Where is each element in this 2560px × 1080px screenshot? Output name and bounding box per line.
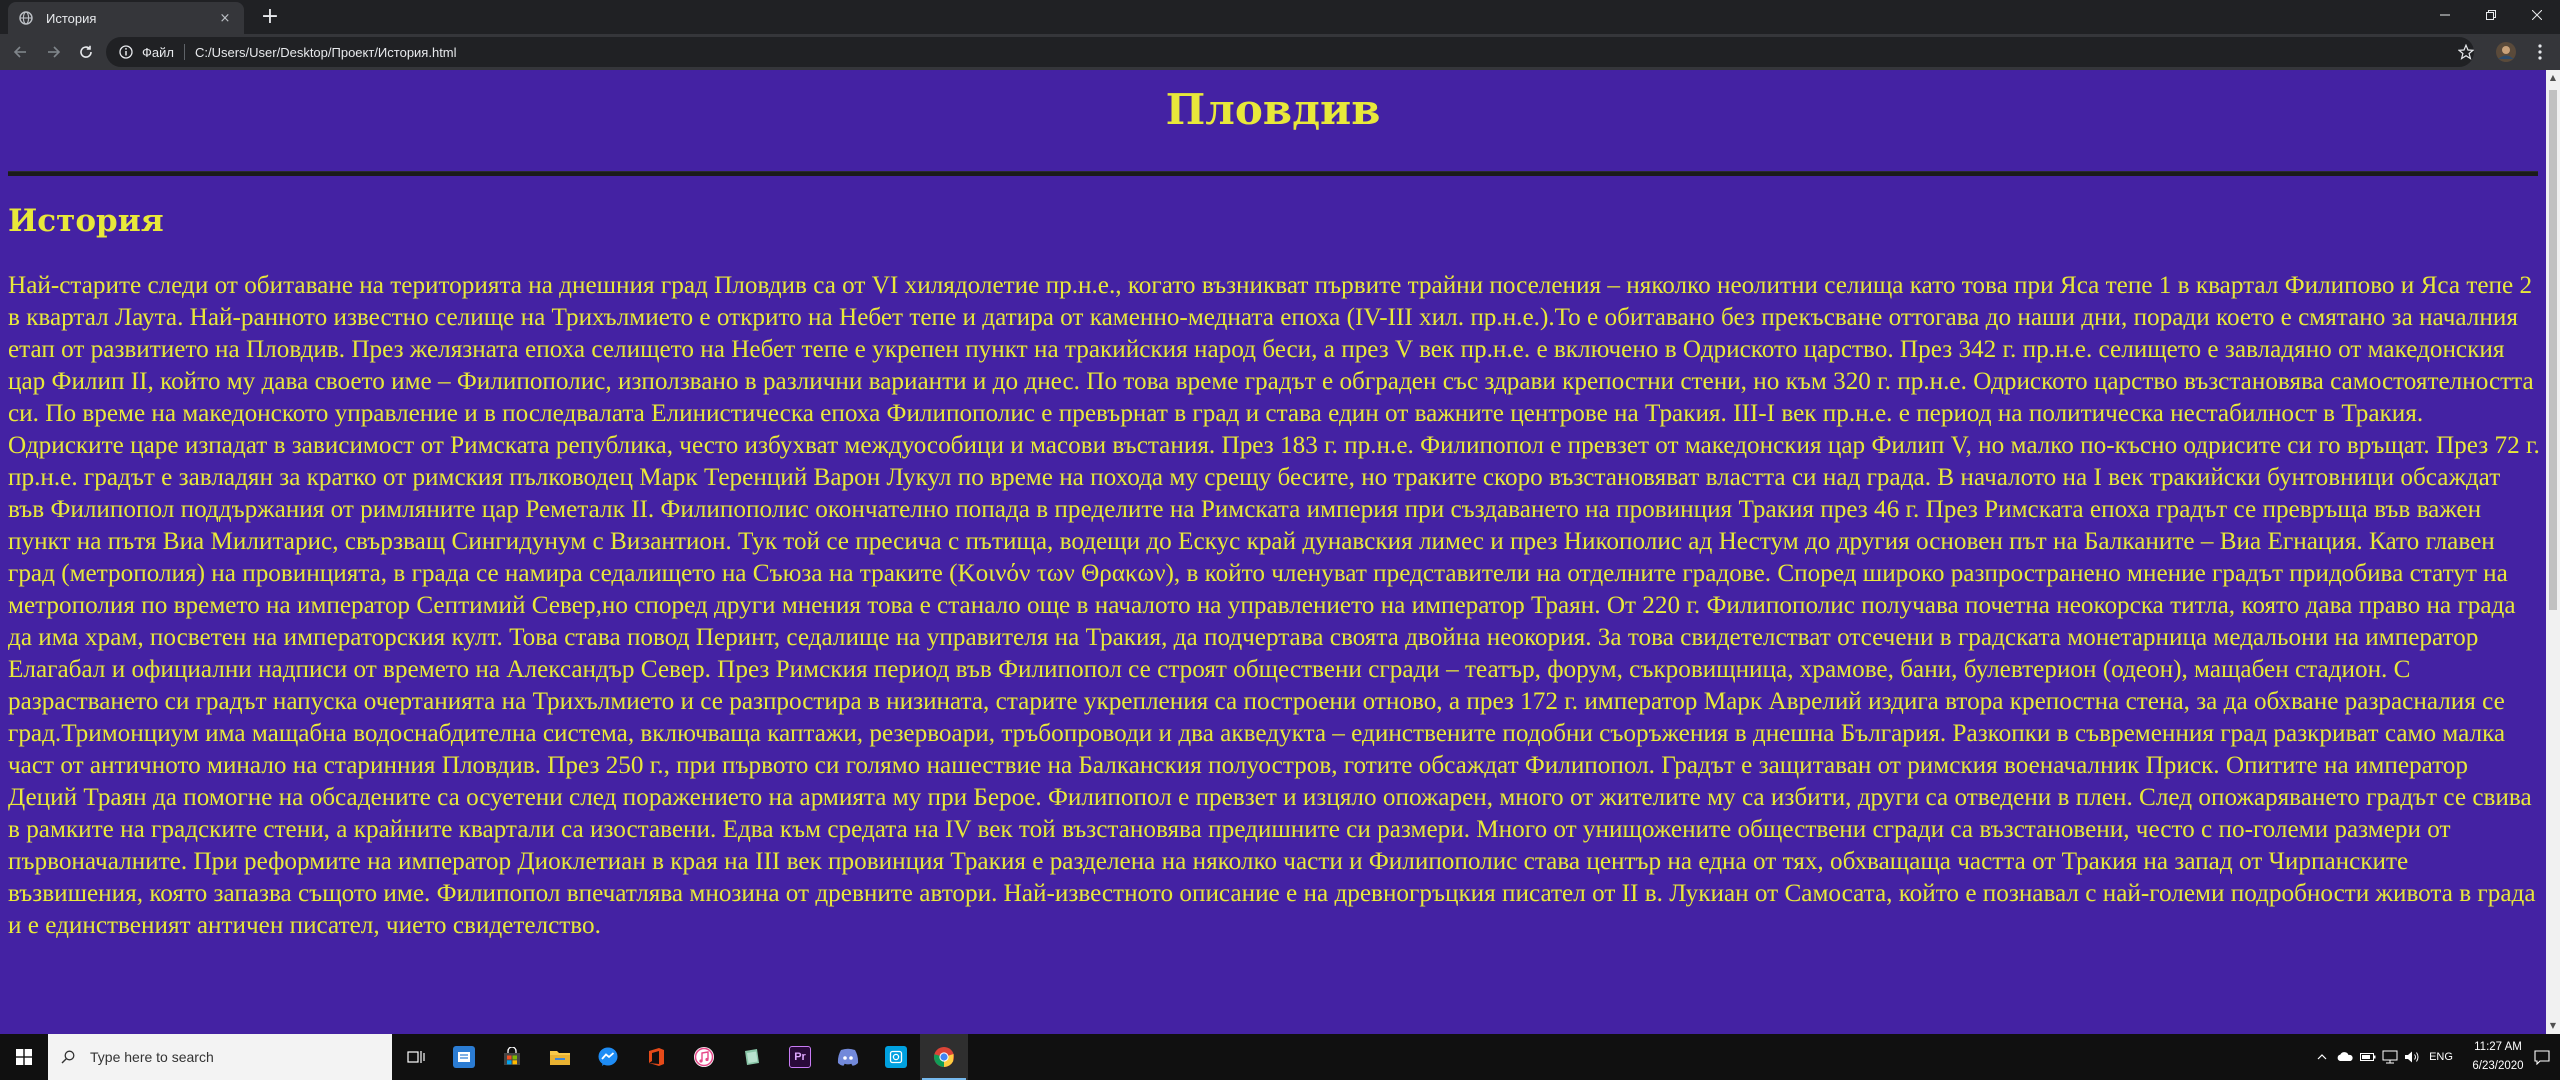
forward-arrow-icon[interactable] <box>42 40 66 64</box>
battery-icon[interactable] <box>2358 1034 2378 1080</box>
info-icon[interactable] <box>118 44 134 60</box>
profile-avatar-icon[interactable] <box>2494 40 2518 64</box>
discord-icon[interactable] <box>824 1034 872 1080</box>
messenger-icon[interactable] <box>584 1034 632 1080</box>
reload-icon[interactable] <box>74 40 98 64</box>
page-heading: Пловдив <box>1165 85 1381 134</box>
scroll-up-arrow-icon[interactable]: ▲ <box>2549 74 2557 82</box>
scrollbar-thumb[interactable] <box>2549 90 2557 610</box>
close-tab-icon[interactable]: × <box>216 11 234 26</box>
address-separator <box>183 44 185 60</box>
address-bar[interactable]: Файл C:/Users/User/Desktop/Проект/Истори… <box>106 37 2474 67</box>
browser-tab-strip: История × + <box>0 0 2560 34</box>
store-icon[interactable] <box>488 1034 536 1080</box>
premiere-icon[interactable]: Pr <box>776 1034 824 1080</box>
browser-tab[interactable]: История × <box>8 2 244 34</box>
windows-start-icon[interactable] <box>0 1034 48 1080</box>
task-view-icon[interactable] <box>392 1034 440 1080</box>
language-indicator[interactable]: ENG <box>2426 1034 2456 1080</box>
itunes-icon[interactable] <box>680 1034 728 1080</box>
taskbar: Type here to search Pr ENG 11:27 AM 6/23… <box>0 1034 2560 1080</box>
tab-title: История <box>46 10 97 26</box>
section-heading: История <box>8 203 164 239</box>
volume-icon[interactable] <box>2402 1034 2422 1080</box>
scroll-down-arrow-icon[interactable]: ▼ <box>2549 1022 2557 1030</box>
network-icon[interactable] <box>2380 1034 2400 1080</box>
office-icon[interactable] <box>632 1034 680 1080</box>
history-paragraph: Най-старите следи от обитаване на терито… <box>8 272 2540 939</box>
horizontal-rule <box>8 171 2538 176</box>
taskbar-search-box[interactable]: Type here to search <box>48 1034 392 1080</box>
vertical-scrollbar[interactable]: ▲ ▼ <box>2546 70 2560 1034</box>
address-scheme-label: Файл <box>142 44 174 60</box>
clock-time: 11:27 AM <box>2474 1041 2522 1053</box>
chrome-icon[interactable] <box>920 1034 968 1080</box>
file-explorer-icon[interactable] <box>536 1034 584 1080</box>
bookmark-star-icon[interactable] <box>2454 40 2478 64</box>
clock-date: 6/23/2020 <box>2472 1060 2524 1072</box>
notification-center-icon[interactable] <box>2528 1034 2556 1080</box>
chevron-up-icon[interactable] <box>2312 1034 2332 1080</box>
search-icon <box>60 1049 76 1065</box>
page-viewport: Пловдив История Най-старите следи от оби… <box>0 70 2546 1034</box>
restore-icon[interactable] <box>2468 0 2514 30</box>
back-arrow-icon[interactable] <box>8 40 32 64</box>
taskbar-clock[interactable]: 11:27 AM 6/23/2020 <box>2458 1038 2538 1076</box>
browser-toolbar: Файл C:/Users/User/Desktop/Проект/Истори… <box>0 34 2560 70</box>
new-tab-button[interactable]: + <box>258 6 282 30</box>
notes-icon[interactable] <box>728 1034 776 1080</box>
address-url[interactable]: C:/Users/User/Desktop/Проект/История.htm… <box>195 45 457 60</box>
onedrive-cloud-icon[interactable] <box>2334 1034 2356 1080</box>
globe-icon <box>18 10 34 26</box>
camera-icon[interactable] <box>872 1034 920 1080</box>
search-placeholder: Type here to search <box>90 1049 214 1065</box>
menu-kebab-icon[interactable] <box>2528 40 2552 64</box>
premiere-label: Pr <box>789 1046 811 1068</box>
close-window-icon[interactable] <box>2514 0 2560 30</box>
minimize-icon[interactable] <box>2422 0 2468 30</box>
news-icon[interactable] <box>440 1034 488 1080</box>
